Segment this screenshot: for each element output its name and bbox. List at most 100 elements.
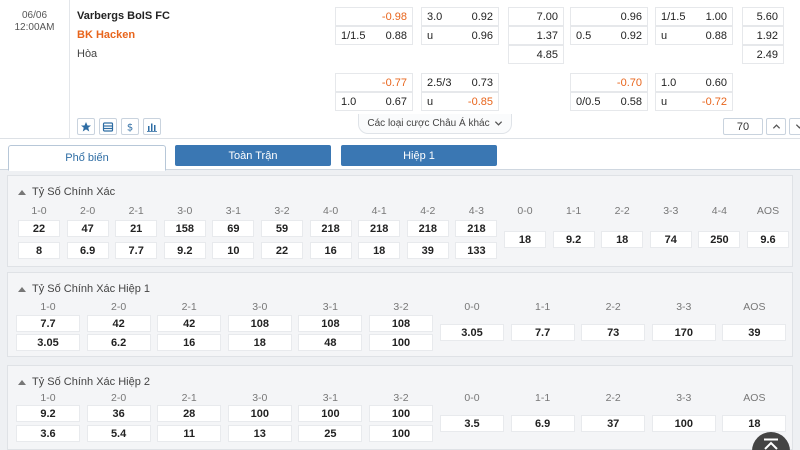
ft-ou2-under-cell[interactable]: u -0.85 — [421, 92, 499, 111]
section-title[interactable]: Tỷ Số Chính Xác Hiệp 2 — [18, 376, 150, 388]
score-odds-cell[interactable]: 18 — [601, 231, 644, 248]
h1-1x2-away-cell[interactable]: 1.92 — [742, 26, 784, 45]
score-odds-cell[interactable]: 218 — [309, 220, 352, 237]
score-odds-cell[interactable]: 8 — [18, 242, 60, 259]
tab-popular[interactable]: Phổ biến — [8, 145, 166, 171]
h1-hdp2-away-cell[interactable]: 0/0.5 0.58 — [570, 92, 648, 111]
h1-ou-over-line: 1/1.5 — [661, 10, 686, 23]
score-odds-cell[interactable]: 158 — [163, 220, 206, 237]
score-odds-cell[interactable]: 218 — [358, 220, 401, 237]
score-odds-cell[interactable]: 100 — [651, 415, 716, 432]
h1-ou2-under-cell[interactable]: u -0.72 — [655, 92, 733, 111]
away-team[interactable]: BK Hacken — [77, 29, 135, 41]
score-odds-cell[interactable]: 47 — [66, 220, 109, 237]
score-odds-cell[interactable]: 25 — [298, 425, 363, 442]
score-odds-cell[interactable]: 170 — [651, 324, 716, 341]
score-odds-cell[interactable]: 39 — [722, 324, 787, 341]
score-odds-cell[interactable]: 108 — [369, 315, 433, 332]
score-odds-cell[interactable]: 9.6 — [747, 231, 789, 248]
section-title[interactable]: Tỷ Số Chính Xác — [18, 186, 115, 198]
section-title[interactable]: Tỷ Số Chính Xác Hiệp 1 — [18, 283, 150, 295]
score-odds-cell[interactable]: 6.9 — [66, 242, 109, 259]
ft-1x2-draw-cell[interactable]: 4.85 — [508, 45, 564, 64]
expand-button[interactable] — [789, 118, 800, 135]
score-odds-cell[interactable]: 100 — [227, 405, 292, 422]
score-odds-cell[interactable]: 13 — [227, 425, 292, 442]
h1-hdp-away-cell[interactable]: 0.5 0.92 — [570, 26, 648, 45]
score-odds-cell[interactable]: 16 — [309, 242, 352, 259]
score-odds-cell[interactable]: 7.7 — [16, 315, 80, 332]
bet-slip-button[interactable] — [99, 118, 117, 135]
score-odds-cell[interactable]: 28 — [157, 405, 222, 422]
score-odds-cell[interactable]: 16 — [157, 334, 222, 351]
score-odds-cell[interactable]: 59 — [261, 220, 303, 237]
ft-ou-over-cell[interactable]: 3.0 0.92 — [421, 7, 499, 26]
score-odds-cell[interactable]: 69 — [212, 220, 255, 237]
score-odds-cell[interactable]: 6.9 — [510, 415, 575, 432]
score-odds-cell[interactable]: 39 — [406, 242, 449, 259]
score-odds-cell[interactable]: 100 — [369, 405, 433, 422]
ft-ou2-over-cell[interactable]: 2.5/3 0.73 — [421, 73, 499, 92]
ft-hdp-away-cell[interactable]: 1/1.5 0.88 — [335, 26, 413, 45]
home-team[interactable]: Varbergs BoIS FC — [77, 10, 170, 22]
score-odds-cell[interactable]: 100 — [298, 405, 363, 422]
tab-full-time[interactable]: Toàn Trận — [175, 145, 331, 166]
score-odds-cell[interactable]: 18 — [722, 415, 787, 432]
tab-first-half[interactable]: Hiệp 1 — [341, 145, 497, 166]
score-odds-cell[interactable]: 3.05 — [16, 334, 80, 351]
cash-button[interactable]: $ — [121, 118, 139, 135]
score-odds-cell[interactable]: 6.2 — [86, 334, 151, 351]
score-odds-cell[interactable]: 18 — [358, 242, 401, 259]
collapse-button[interactable] — [766, 118, 786, 135]
score-odds-cell[interactable]: 218 — [406, 220, 449, 237]
h1-hdp-home-cell[interactable]: 0.96 — [570, 7, 648, 26]
h1-1x2-home-cell[interactable]: 5.60 — [742, 7, 784, 26]
favorite-button[interactable] — [77, 118, 95, 135]
ft-1x2-away-cell[interactable]: 1.37 — [508, 26, 564, 45]
score-odds-cell[interactable]: 10 — [212, 242, 255, 259]
score-odds-cell[interactable]: 100 — [369, 334, 433, 351]
score-odds-cell[interactable]: 7.7 — [115, 242, 158, 259]
ft-hdp2-away-cell[interactable]: 1.0 0.67 — [335, 92, 413, 111]
score-odds-cell[interactable]: 9.2 — [552, 231, 595, 248]
h1-1x2-draw-cell[interactable]: 2.49 — [742, 45, 784, 64]
ft-1x2-home-cell[interactable]: 7.00 — [508, 7, 564, 26]
score-odds-cell[interactable]: 133 — [455, 242, 498, 259]
stats-button[interactable] — [143, 118, 161, 135]
score-odds-cell[interactable]: 18 — [504, 231, 546, 248]
h1-ou-under-cell[interactable]: u 0.88 — [655, 26, 733, 45]
ft-hdp2-home-cell[interactable]: -0.77 — [335, 73, 413, 92]
score-odds-cell[interactable]: 9.2 — [16, 405, 80, 422]
ft-hdp-home-cell[interactable]: -0.98 — [335, 7, 413, 26]
score-odds-cell[interactable]: 74 — [649, 231, 692, 248]
h1-ou-over-cell[interactable]: 1/1.5 1.00 — [655, 7, 733, 26]
stats-icon — [147, 123, 157, 132]
score-odds-cell[interactable]: 100 — [369, 425, 433, 442]
score-odds-cell[interactable]: 3.6 — [16, 425, 80, 442]
score-odds-cell[interactable]: 3.5 — [440, 415, 504, 432]
score-odds-cell[interactable]: 36 — [86, 405, 151, 422]
score-odds-cell[interactable]: 22 — [18, 220, 60, 237]
score-odds-cell[interactable]: 218 — [455, 220, 498, 237]
other-bets-toggle[interactable]: Các loại cược Châu Á khác — [358, 114, 512, 134]
score-odds-cell[interactable]: 37 — [581, 415, 646, 432]
score-odds-cell[interactable]: 108 — [298, 315, 363, 332]
h1-hdp2-home-cell[interactable]: -0.70 — [570, 73, 648, 92]
score-odds-cell[interactable]: 108 — [227, 315, 292, 332]
score-odds-cell[interactable]: 7.7 — [510, 324, 575, 341]
score-odds-cell[interactable]: 250 — [698, 231, 741, 248]
score-odds-cell[interactable]: 3.05 — [440, 324, 504, 341]
score-odds-cell[interactable]: 73 — [581, 324, 646, 341]
score-odds-cell[interactable]: 22 — [261, 242, 303, 259]
score-odds-cell[interactable]: 9.2 — [163, 242, 206, 259]
score-odds-cell[interactable]: 18 — [227, 334, 292, 351]
score-odds-cell[interactable]: 11 — [157, 425, 222, 442]
score-odds-cell[interactable]: 42 — [157, 315, 222, 332]
h1-ou2-over-cell[interactable]: 1.0 0.60 — [655, 73, 733, 92]
ft-ou-under-cell[interactable]: u 0.96 — [421, 26, 499, 45]
score-odds-cell[interactable]: 42 — [86, 315, 151, 332]
score-odds-cell[interactable]: 21 — [115, 220, 158, 237]
market-count[interactable]: 70 — [723, 118, 763, 135]
score-odds-cell[interactable]: 48 — [298, 334, 363, 351]
score-odds-cell[interactable]: 5.4 — [86, 425, 151, 442]
